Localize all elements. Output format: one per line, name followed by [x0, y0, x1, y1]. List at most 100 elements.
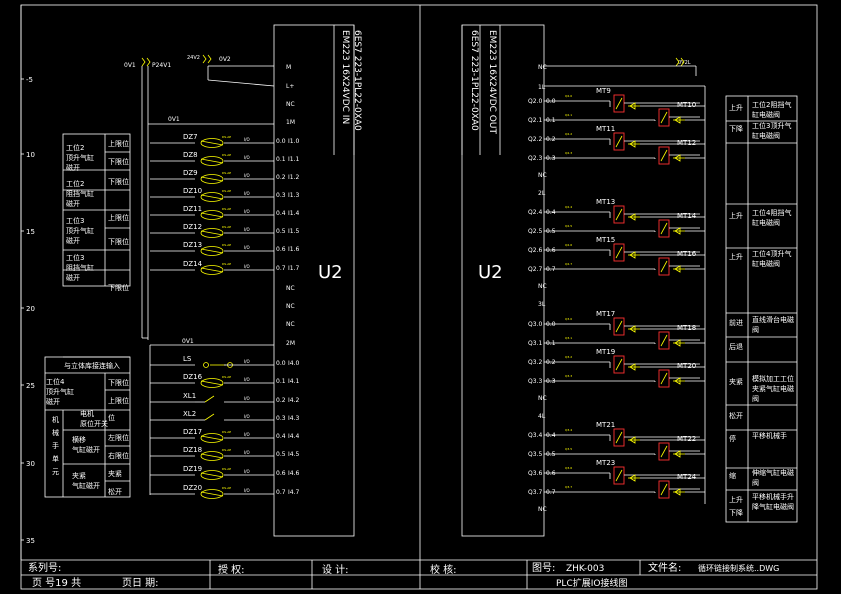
legend-desc: 机 — [52, 415, 59, 424]
coil-label: MT9 — [596, 87, 611, 95]
right-legend-desc: 缸电磁阀 — [752, 259, 780, 268]
right-addr: Q2.5 — [528, 228, 542, 235]
coil-symbol — [615, 135, 623, 148]
legend-pos: 下限位 — [108, 237, 129, 246]
legend-pos: 上限位 — [108, 396, 129, 405]
right-common-terminal: 1L — [538, 84, 546, 91]
left-module-name: U2 — [318, 262, 343, 283]
legend-pos: 下限位 — [108, 177, 129, 186]
legend-desc: 工位3 — [66, 216, 84, 225]
right-legend-box — [725, 95, 798, 523]
wire-tag: I/O — [244, 137, 250, 142]
wire-tag: I/O — [244, 173, 250, 178]
sensor-symbol — [200, 176, 224, 182]
input-device-label: DZ8 — [183, 151, 198, 159]
legend-desc: 工位3 — [66, 253, 84, 262]
wire-tag: I/O — [244, 377, 250, 382]
right-output-wiring: 0V2L Q2.0 MT9 Q2.1 MT10 Q2.2 MT11 Q2.3 MT12 Q2.4 M… — [544, 57, 706, 504]
right-nc-terminal: NC — [538, 172, 547, 179]
legend-desc: 磁开 — [66, 273, 80, 282]
ruler-mark: 20 — [26, 305, 35, 313]
left-addr: I4.4 — [288, 433, 299, 440]
left-pin: 0.5 — [276, 451, 286, 458]
right-addr: Q3.4 — [528, 432, 542, 439]
wire-tag: Q2.2 — [565, 132, 572, 136]
coil-symbol — [660, 483, 668, 496]
right-legend-action: 松开 — [729, 411, 743, 420]
right-legend-table: 上升 工位2阻挡气缸电磁阀下降 工位3顶升气缸电磁阀上升 工位4阻挡气缸电磁阀上升 工位… — [725, 95, 798, 523]
input-device-label: LS — [183, 355, 192, 363]
coil-symbol — [615, 469, 623, 482]
coil-symbol — [660, 372, 668, 385]
wire-tag: I/O — [244, 209, 250, 214]
left-top-terminal: NC — [286, 101, 295, 108]
right-legend-desc: 缸电磁阀 — [752, 218, 780, 227]
wire-tag: I/O — [244, 191, 250, 196]
right-common-terminal: 4L — [538, 413, 546, 420]
wire-tag: Q2.4 — [565, 205, 572, 209]
legend-desc: 阻挡气缸 — [66, 189, 94, 198]
legend-desc: 单 — [52, 454, 59, 463]
right-legend-desc: 平移机械手 — [752, 431, 787, 440]
coil-symbol — [660, 334, 668, 347]
ruler-mark: 10 — [26, 151, 35, 159]
coil-symbol — [615, 320, 623, 333]
right-legend-desc: 工位4阻挡气 — [752, 208, 791, 217]
legend-header: 与立体库接连输入 — [64, 361, 120, 370]
right-legend-desc: 伸缩气缸电磁 — [752, 468, 794, 477]
page-sheet-label: 页日 期: — [122, 577, 159, 589]
right-legend-action: 夹紧 — [729, 377, 743, 386]
legend-desc: 磁开 — [46, 397, 60, 406]
right-legend-desc: 缸电磁阀 — [752, 131, 780, 140]
coil-symbol — [615, 431, 623, 444]
right-addr: Q2.3 — [528, 155, 542, 162]
right-pin: 0.2 — [546, 136, 556, 143]
left-addr: I4.3 — [288, 415, 299, 422]
coil-label: MT12 — [677, 139, 696, 147]
legend-pos: 左限位 — [108, 433, 129, 442]
left-module-order-no: 6ES7 223-1PL22-0XA0 — [352, 30, 362, 131]
supply-label: 0V1 — [168, 116, 180, 123]
input-device-label: DZ18 — [183, 446, 202, 454]
legend-desc: 械 — [52, 428, 59, 437]
legend-desc: 工位4 — [46, 377, 65, 386]
right-legend-action: 缩 — [729, 471, 736, 480]
legend-desc: 顶升气缸 — [66, 153, 94, 162]
left-pin: 0.3 — [276, 192, 286, 199]
coil-label: MT22 — [677, 435, 696, 443]
right-addr: Q2.0 — [528, 98, 542, 105]
coil-symbol — [660, 260, 668, 273]
right-pin: 0.0 — [546, 98, 556, 105]
left-addr: I1.6 — [288, 246, 299, 253]
sensor-tag: DS-AE — [222, 262, 231, 266]
vertical-ruler: -5 10 15 20 25 30 35 — [20, 5, 35, 560]
legend-sub: 气缸磁开 — [72, 445, 100, 454]
right-legend-desc: 夹紧气缸电磁 — [752, 384, 794, 393]
sensor-tag: DS-AE — [222, 135, 231, 139]
input-device-label: DZ7 — [183, 133, 198, 141]
legend-sub: 气缸磁开 — [72, 481, 100, 490]
coil-label: MT15 — [596, 236, 615, 244]
right-legend-action: 上升 — [729, 495, 743, 504]
legend-pos: 位 — [108, 413, 115, 422]
left-addr: I1.4 — [288, 210, 299, 217]
input-device-label: DZ12 — [183, 223, 202, 231]
right-legend-action: 停 — [729, 434, 736, 443]
coil-label: MT19 — [596, 348, 615, 356]
wire-tag: Q2.1 — [565, 113, 572, 117]
right-addr: Q3.3 — [528, 378, 542, 385]
right-addr: Q3.1 — [528, 340, 542, 347]
coil-symbol — [660, 445, 668, 458]
right-legend-desc: 降气缸电磁阀 — [752, 502, 794, 511]
sensor-tag: DS-AE — [222, 171, 231, 175]
right-plc-module: 6ES7 223-1PL22-0XA0 EM223 16X24VDC OUT U… — [461, 24, 556, 537]
legend-pos: 松开 — [108, 487, 122, 496]
legend-sub: 夹紧 — [72, 471, 86, 480]
file-name: 循环链接制系统..DWG — [698, 563, 779, 573]
wire-tag: I/O — [244, 432, 250, 437]
left-addr: I4.7 — [288, 489, 299, 496]
supply-label: 0V1 — [182, 338, 194, 345]
right-legend-action: 下降 — [729, 124, 743, 133]
legend-desc: 顶升气缸 — [46, 387, 74, 396]
right-pin: 0.1 — [546, 340, 556, 347]
